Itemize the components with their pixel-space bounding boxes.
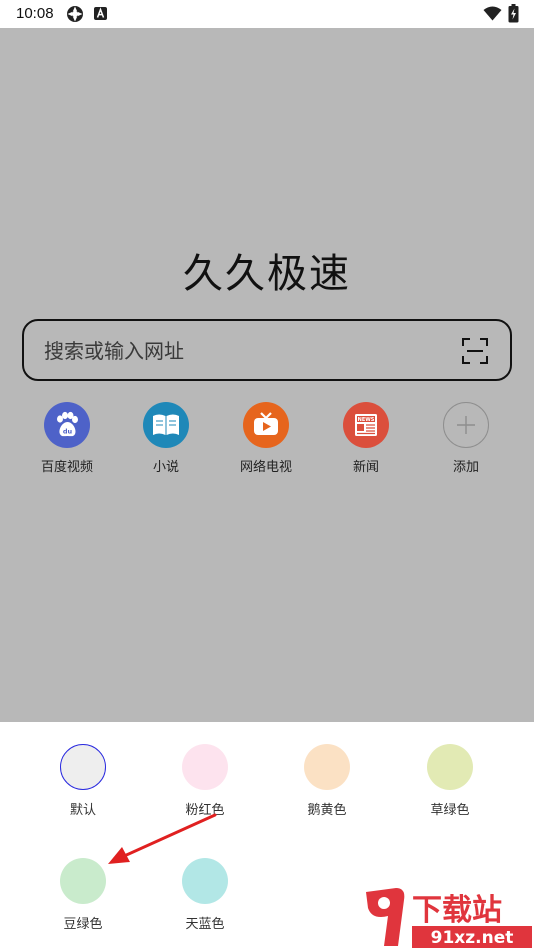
svg-text:du: du [63, 428, 73, 436]
swatch-circle [427, 744, 473, 790]
plus-icon [457, 416, 475, 434]
swatch-label: 天蓝色 [185, 917, 225, 932]
wifi-icon [483, 6, 502, 21]
svg-text:NEWS: NEWS [358, 417, 375, 423]
swatch-label: 豆绿色 [63, 917, 103, 932]
svg-text:91xz.net: 91xz.net [431, 928, 514, 948]
swatch-circle [60, 744, 106, 790]
swatch-circle [182, 744, 228, 790]
shortcut-icon-bg: du [44, 402, 90, 448]
logo-title: 久久极速 [183, 251, 351, 297]
swatch-label: 鹅黄色 [307, 803, 347, 818]
shortcut-novel[interactable]: 小说 [121, 402, 211, 475]
shortcut-label: 网络电视 [239, 460, 292, 475]
shortcut-icon-bg [143, 402, 189, 448]
swatch-default[interactable]: 默认 [38, 744, 128, 818]
shortcut-news[interactable]: NEWS 新闻 [321, 402, 411, 475]
swatch-circle [304, 744, 350, 790]
tv-icon [254, 412, 278, 435]
shortcut-label: 新闻 [352, 460, 379, 475]
shortcut-add[interactable]: 添加 [421, 402, 511, 475]
battery-charging-icon [508, 4, 519, 23]
search-bar[interactable] [22, 319, 512, 381]
shortcut-network-tv[interactable]: 网络电视 [221, 402, 311, 475]
news-icon: NEWS [355, 414, 377, 436]
a-badge-icon [94, 7, 107, 20]
scan-icon[interactable] [462, 338, 488, 364]
home-page: 久久极速 du 百度视频 小 [0, 28, 534, 722]
shortcut-label: 添加 [452, 460, 479, 475]
shortcut-baidu-video[interactable]: du 百度视频 [22, 402, 112, 475]
swatch-grass-green[interactable]: 草绿色 [405, 744, 495, 818]
shortcut-icon-bg: NEWS [343, 402, 389, 448]
shortcut-icon-bg [443, 402, 489, 448]
annotation-arrow [108, 813, 217, 864]
status-bar: 10:08 [0, 0, 534, 28]
shortcut-label: 百度视频 [40, 460, 93, 475]
swatch-pink[interactable]: 粉红色 [160, 744, 250, 818]
swatch-goose-yellow[interactable]: 鹅黄色 [282, 744, 372, 818]
site-watermark-logo: 下载站 91xz.net [366, 888, 532, 948]
book-icon [153, 414, 179, 435]
svg-text:下载站: 下载站 [412, 893, 502, 928]
search-input[interactable] [44, 334, 434, 368]
shortcut-icon-bg [243, 402, 289, 448]
swatch-label: 草绿色 [430, 803, 470, 818]
sync-icon [67, 6, 83, 22]
baidu-paw-icon: du [57, 411, 78, 437]
shortcut-label: 小说 [152, 460, 179, 475]
status-time: 10:08 [16, 5, 54, 22]
